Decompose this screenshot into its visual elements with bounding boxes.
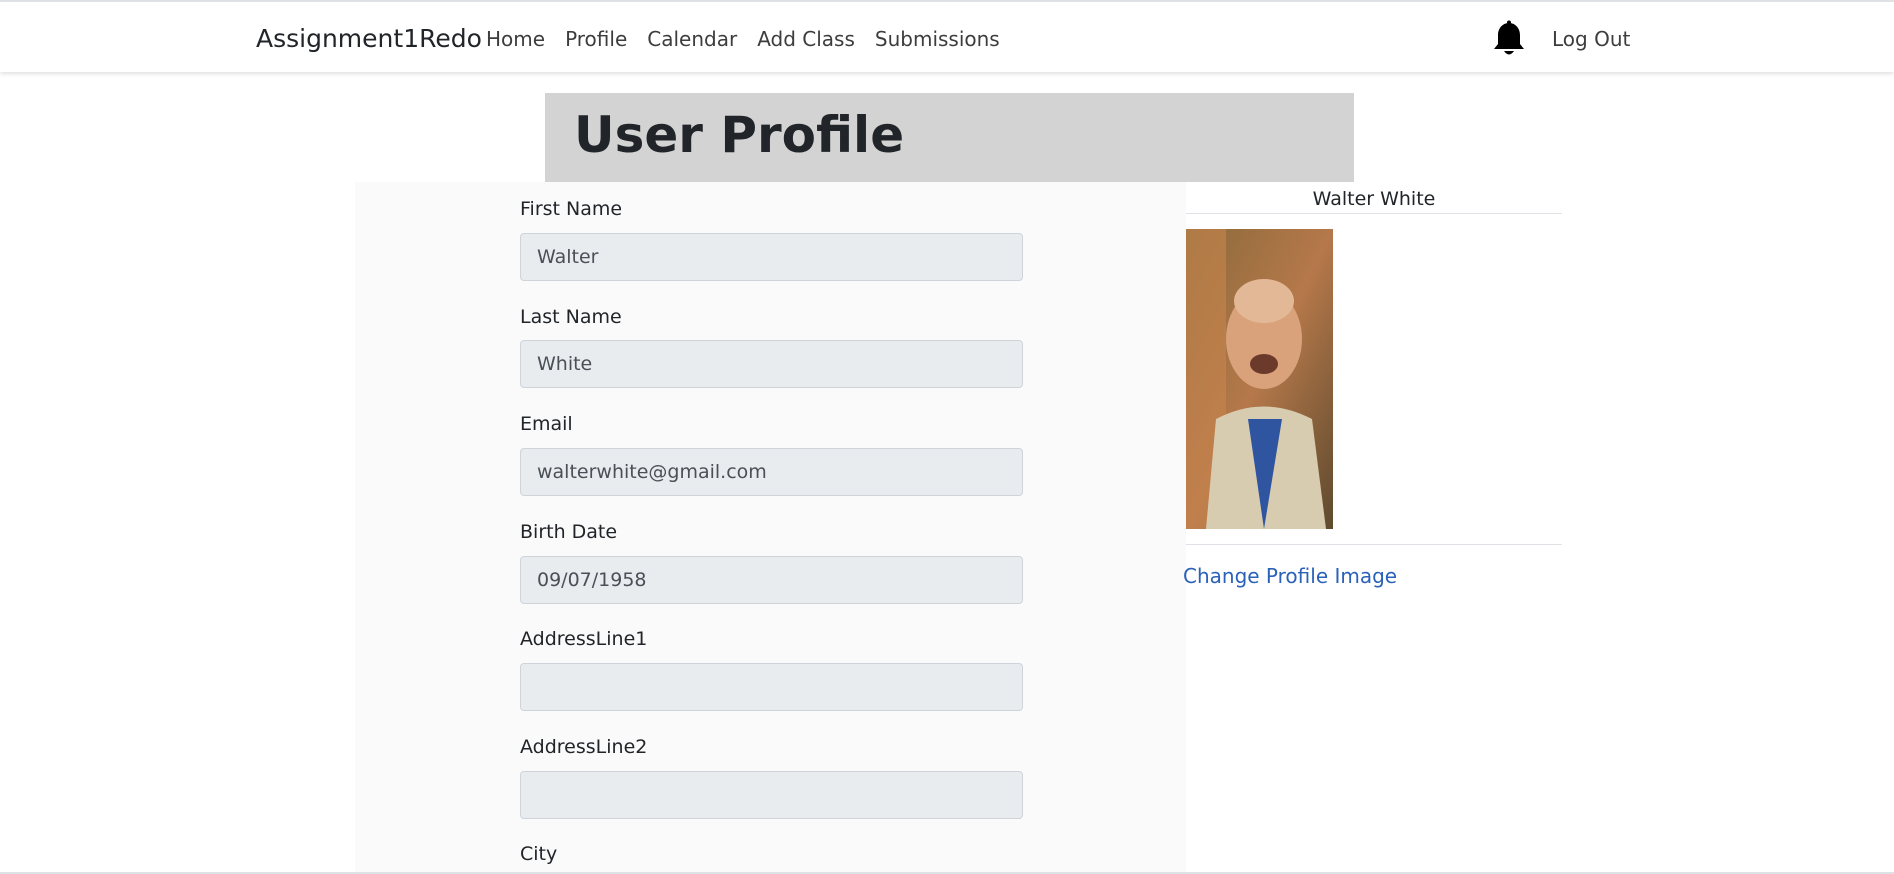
logout-link[interactable]: Log Out — [1552, 27, 1630, 51]
navbar: Assignment1Redo Home Profile Calendar Ad… — [0, 0, 1894, 72]
email-label: Email — [520, 413, 573, 435]
change-profile-image-link[interactable]: Change Profile Image — [1183, 564, 1397, 588]
bell-icon[interactable] — [1492, 20, 1526, 58]
profile-image — [1186, 229, 1333, 529]
page-header: User Profile — [545, 93, 1354, 182]
nav-add-class-link[interactable]: Add Class — [757, 27, 855, 51]
profile-divider-bottom — [1186, 544, 1562, 545]
nav-home-link[interactable]: Home — [486, 27, 545, 51]
address-line2-input[interactable] — [520, 771, 1023, 819]
nav-calendar-link[interactable]: Calendar — [647, 27, 737, 51]
profile-name: Walter White — [1312, 188, 1436, 210]
city-label: City — [520, 843, 558, 865]
profile-form: First Name Last Name Email Birth Date Ad… — [355, 182, 1186, 874]
first-name-label: First Name — [520, 198, 623, 220]
nav-profile-link[interactable]: Profile — [565, 27, 627, 51]
address-line1-input[interactable] — [520, 663, 1023, 711]
nav-links: Home Profile Calendar Add Class Submissi… — [486, 27, 1000, 51]
address-line1-label: AddressLine1 — [520, 628, 648, 650]
profile-divider-top — [1186, 213, 1562, 214]
nav-submissions-link[interactable]: Submissions — [875, 27, 1000, 51]
brand-link[interactable]: Assignment1Redo — [256, 24, 482, 53]
last-name-label: Last Name — [520, 306, 622, 328]
last-name-input[interactable] — [520, 340, 1023, 388]
birth-date-input[interactable] — [520, 556, 1023, 604]
email-input[interactable] — [520, 448, 1023, 496]
page-title: User Profile — [574, 106, 905, 164]
birth-date-label: Birth Date — [520, 521, 618, 543]
first-name-input[interactable] — [520, 233, 1023, 281]
address-line2-label: AddressLine2 — [520, 736, 648, 758]
